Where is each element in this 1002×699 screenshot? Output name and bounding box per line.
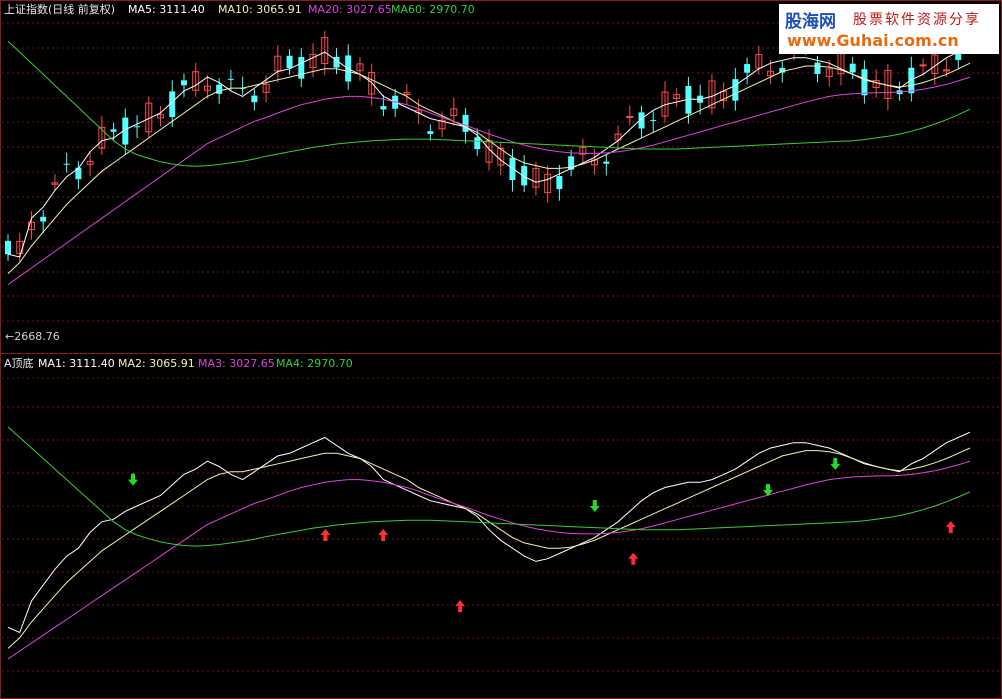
bottom-ma3-label: MA3: 3027.65 — [198, 357, 275, 370]
low-price-label: ←2668.76 — [5, 330, 60, 343]
top-ma5-label: MA5: 3111.40 — [128, 3, 205, 16]
bottom-ma4-label: MA4: 2970.70 — [276, 357, 353, 370]
top-title: 上证指数(日线 前复权) — [4, 3, 116, 16]
bottom-panel-frame — [0, 353, 1002, 699]
bottom-ma2-label: MA2: 3065.91 — [118, 357, 195, 370]
chart-window: 上证指数(日线 前复权) MA5: 3111.40 MA10: 3065.91 … — [0, 0, 1002, 699]
bottom-title: A顶底 — [4, 357, 34, 370]
watermark-slogan: 股票软件资源分享 — [853, 12, 981, 28]
watermark-brand: 股海网 — [785, 12, 836, 32]
watermark-url: www.Guhai.com.cn — [787, 31, 959, 50]
top-ma20-label: MA20: 3027.65 — [308, 3, 392, 16]
bottom-ma1-label: MA1: 3111.40 — [38, 357, 115, 370]
top-ma10-label: MA10: 3065.91 — [218, 3, 302, 16]
top-ma60-label: MA60: 2970.70 — [391, 3, 475, 16]
watermark-logo: 股海网 股票软件资源分享 www.Guhai.com.cn — [779, 4, 999, 54]
